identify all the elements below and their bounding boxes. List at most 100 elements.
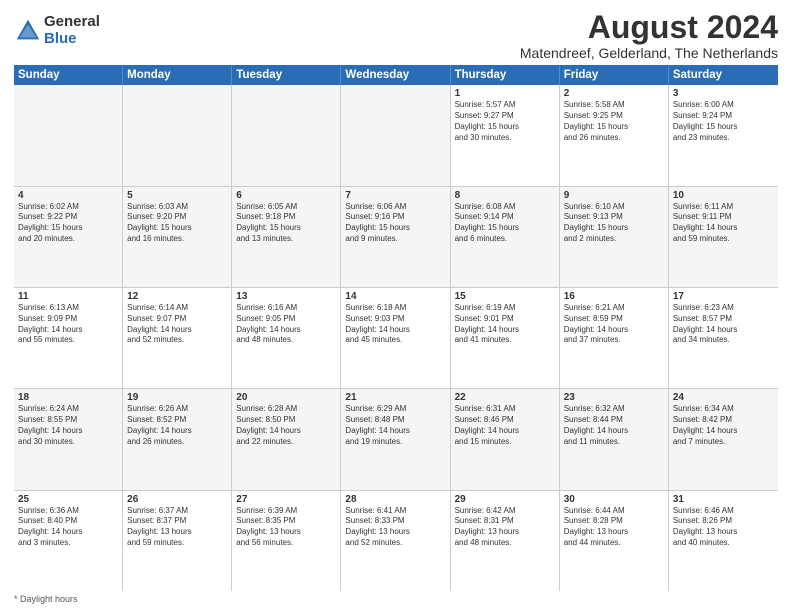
day-cell-25: 25Sunrise: 6:36 AM Sunset: 8:40 PM Dayli… — [14, 491, 123, 591]
day-number: 4 — [18, 190, 118, 201]
day-number: 21 — [345, 392, 445, 403]
col-header-monday: Monday — [123, 65, 232, 85]
day-number: 27 — [236, 494, 336, 505]
day-content: Sunrise: 6:44 AM Sunset: 8:28 PM Dayligh… — [564, 506, 664, 549]
day-number: 7 — [345, 190, 445, 201]
day-content: Sunrise: 5:57 AM Sunset: 9:27 PM Dayligh… — [455, 100, 555, 143]
day-number: 29 — [455, 494, 555, 505]
week-row-1: 1Sunrise: 5:57 AM Sunset: 9:27 PM Daylig… — [14, 85, 778, 186]
logo-icon — [14, 17, 42, 45]
day-number: 8 — [455, 190, 555, 201]
day-number: 18 — [18, 392, 118, 403]
empty-cell — [14, 85, 123, 185]
day-cell-2: 2Sunrise: 5:58 AM Sunset: 9:25 PM Daylig… — [560, 85, 669, 185]
day-number: 30 — [564, 494, 664, 505]
day-number: 13 — [236, 291, 336, 302]
day-content: Sunrise: 6:10 AM Sunset: 9:13 PM Dayligh… — [564, 202, 664, 245]
day-number: 25 — [18, 494, 118, 505]
day-content: Sunrise: 6:13 AM Sunset: 9:09 PM Dayligh… — [18, 303, 118, 346]
day-cell-8: 8Sunrise: 6:08 AM Sunset: 9:14 PM Daylig… — [451, 187, 560, 287]
day-cell-19: 19Sunrise: 6:26 AM Sunset: 8:52 PM Dayli… — [123, 389, 232, 489]
calendar-header: SundayMondayTuesdayWednesdayThursdayFrid… — [14, 65, 778, 85]
day-number: 11 — [18, 291, 118, 302]
day-number: 15 — [455, 291, 555, 302]
day-cell-21: 21Sunrise: 6:29 AM Sunset: 8:48 PM Dayli… — [341, 389, 450, 489]
day-number: 12 — [127, 291, 227, 302]
logo: General Blue — [14, 14, 100, 47]
day-content: Sunrise: 6:46 AM Sunset: 8:26 PM Dayligh… — [673, 506, 774, 549]
day-cell-15: 15Sunrise: 6:19 AM Sunset: 9:01 PM Dayli… — [451, 288, 560, 388]
day-cell-14: 14Sunrise: 6:18 AM Sunset: 9:03 PM Dayli… — [341, 288, 450, 388]
day-content: Sunrise: 6:14 AM Sunset: 9:07 PM Dayligh… — [127, 303, 227, 346]
col-header-thursday: Thursday — [451, 65, 560, 85]
day-cell-31: 31Sunrise: 6:46 AM Sunset: 8:26 PM Dayli… — [669, 491, 778, 591]
day-cell-5: 5Sunrise: 6:03 AM Sunset: 9:20 PM Daylig… — [123, 187, 232, 287]
logo-text: General Blue — [44, 14, 100, 47]
day-cell-27: 27Sunrise: 6:39 AM Sunset: 8:35 PM Dayli… — [232, 491, 341, 591]
day-content: Sunrise: 6:11 AM Sunset: 9:11 PM Dayligh… — [673, 202, 774, 245]
day-number: 19 — [127, 392, 227, 403]
header: General Blue August 2024 Matendreef, Gel… — [14, 10, 778, 61]
day-number: 24 — [673, 392, 774, 403]
day-content: Sunrise: 6:21 AM Sunset: 8:59 PM Dayligh… — [564, 303, 664, 346]
day-content: Sunrise: 6:26 AM Sunset: 8:52 PM Dayligh… — [127, 404, 227, 447]
day-content: Sunrise: 6:03 AM Sunset: 9:20 PM Dayligh… — [127, 202, 227, 245]
day-cell-7: 7Sunrise: 6:06 AM Sunset: 9:16 PM Daylig… — [341, 187, 450, 287]
footer-note: * Daylight hours — [14, 594, 778, 604]
day-number: 26 — [127, 494, 227, 505]
subtitle: Matendreef, Gelderland, The Netherlands — [520, 45, 778, 61]
day-content: Sunrise: 6:41 AM Sunset: 8:33 PM Dayligh… — [345, 506, 445, 549]
col-header-tuesday: Tuesday — [232, 65, 341, 85]
day-number: 16 — [564, 291, 664, 302]
col-header-sunday: Sunday — [14, 65, 123, 85]
week-row-3: 11Sunrise: 6:13 AM Sunset: 9:09 PM Dayli… — [14, 288, 778, 389]
week-row-4: 18Sunrise: 6:24 AM Sunset: 8:55 PM Dayli… — [14, 389, 778, 490]
day-cell-30: 30Sunrise: 6:44 AM Sunset: 8:28 PM Dayli… — [560, 491, 669, 591]
empty-cell — [123, 85, 232, 185]
day-number: 14 — [345, 291, 445, 302]
day-number: 22 — [455, 392, 555, 403]
day-content: Sunrise: 6:24 AM Sunset: 8:55 PM Dayligh… — [18, 404, 118, 447]
day-content: Sunrise: 6:05 AM Sunset: 9:18 PM Dayligh… — [236, 202, 336, 245]
day-content: Sunrise: 6:02 AM Sunset: 9:22 PM Dayligh… — [18, 202, 118, 245]
day-content: Sunrise: 6:39 AM Sunset: 8:35 PM Dayligh… — [236, 506, 336, 549]
day-content: Sunrise: 6:29 AM Sunset: 8:48 PM Dayligh… — [345, 404, 445, 447]
day-number: 3 — [673, 88, 774, 99]
day-content: Sunrise: 6:42 AM Sunset: 8:31 PM Dayligh… — [455, 506, 555, 549]
day-cell-16: 16Sunrise: 6:21 AM Sunset: 8:59 PM Dayli… — [560, 288, 669, 388]
day-number: 10 — [673, 190, 774, 201]
week-row-5: 25Sunrise: 6:36 AM Sunset: 8:40 PM Dayli… — [14, 491, 778, 591]
day-cell-26: 26Sunrise: 6:37 AM Sunset: 8:37 PM Dayli… — [123, 491, 232, 591]
day-number: 2 — [564, 88, 664, 99]
day-number: 31 — [673, 494, 774, 505]
day-content: Sunrise: 6:06 AM Sunset: 9:16 PM Dayligh… — [345, 202, 445, 245]
col-header-friday: Friday — [560, 65, 669, 85]
day-number: 5 — [127, 190, 227, 201]
logo-general: General — [44, 14, 100, 31]
day-cell-18: 18Sunrise: 6:24 AM Sunset: 8:55 PM Dayli… — [14, 389, 123, 489]
day-cell-11: 11Sunrise: 6:13 AM Sunset: 9:09 PM Dayli… — [14, 288, 123, 388]
week-row-2: 4Sunrise: 6:02 AM Sunset: 9:22 PM Daylig… — [14, 187, 778, 288]
day-content: Sunrise: 6:37 AM Sunset: 8:37 PM Dayligh… — [127, 506, 227, 549]
day-content: Sunrise: 6:23 AM Sunset: 8:57 PM Dayligh… — [673, 303, 774, 346]
day-cell-17: 17Sunrise: 6:23 AM Sunset: 8:57 PM Dayli… — [669, 288, 778, 388]
day-content: Sunrise: 5:58 AM Sunset: 9:25 PM Dayligh… — [564, 100, 664, 143]
day-content: Sunrise: 6:32 AM Sunset: 8:44 PM Dayligh… — [564, 404, 664, 447]
day-cell-10: 10Sunrise: 6:11 AM Sunset: 9:11 PM Dayli… — [669, 187, 778, 287]
day-content: Sunrise: 6:16 AM Sunset: 9:05 PM Dayligh… — [236, 303, 336, 346]
calendar-body: 1Sunrise: 5:57 AM Sunset: 9:27 PM Daylig… — [14, 85, 778, 591]
day-number: 20 — [236, 392, 336, 403]
day-number: 1 — [455, 88, 555, 99]
day-content: Sunrise: 6:00 AM Sunset: 9:24 PM Dayligh… — [673, 100, 774, 143]
empty-cell — [232, 85, 341, 185]
calendar: SundayMondayTuesdayWednesdayThursdayFrid… — [14, 65, 778, 591]
day-cell-4: 4Sunrise: 6:02 AM Sunset: 9:22 PM Daylig… — [14, 187, 123, 287]
day-number: 28 — [345, 494, 445, 505]
title-block: August 2024 Matendreef, Gelderland, The … — [520, 10, 778, 61]
day-number: 9 — [564, 190, 664, 201]
day-cell-28: 28Sunrise: 6:41 AM Sunset: 8:33 PM Dayli… — [341, 491, 450, 591]
col-header-wednesday: Wednesday — [341, 65, 450, 85]
day-content: Sunrise: 6:18 AM Sunset: 9:03 PM Dayligh… — [345, 303, 445, 346]
day-cell-24: 24Sunrise: 6:34 AM Sunset: 8:42 PM Dayli… — [669, 389, 778, 489]
day-cell-3: 3Sunrise: 6:00 AM Sunset: 9:24 PM Daylig… — [669, 85, 778, 185]
